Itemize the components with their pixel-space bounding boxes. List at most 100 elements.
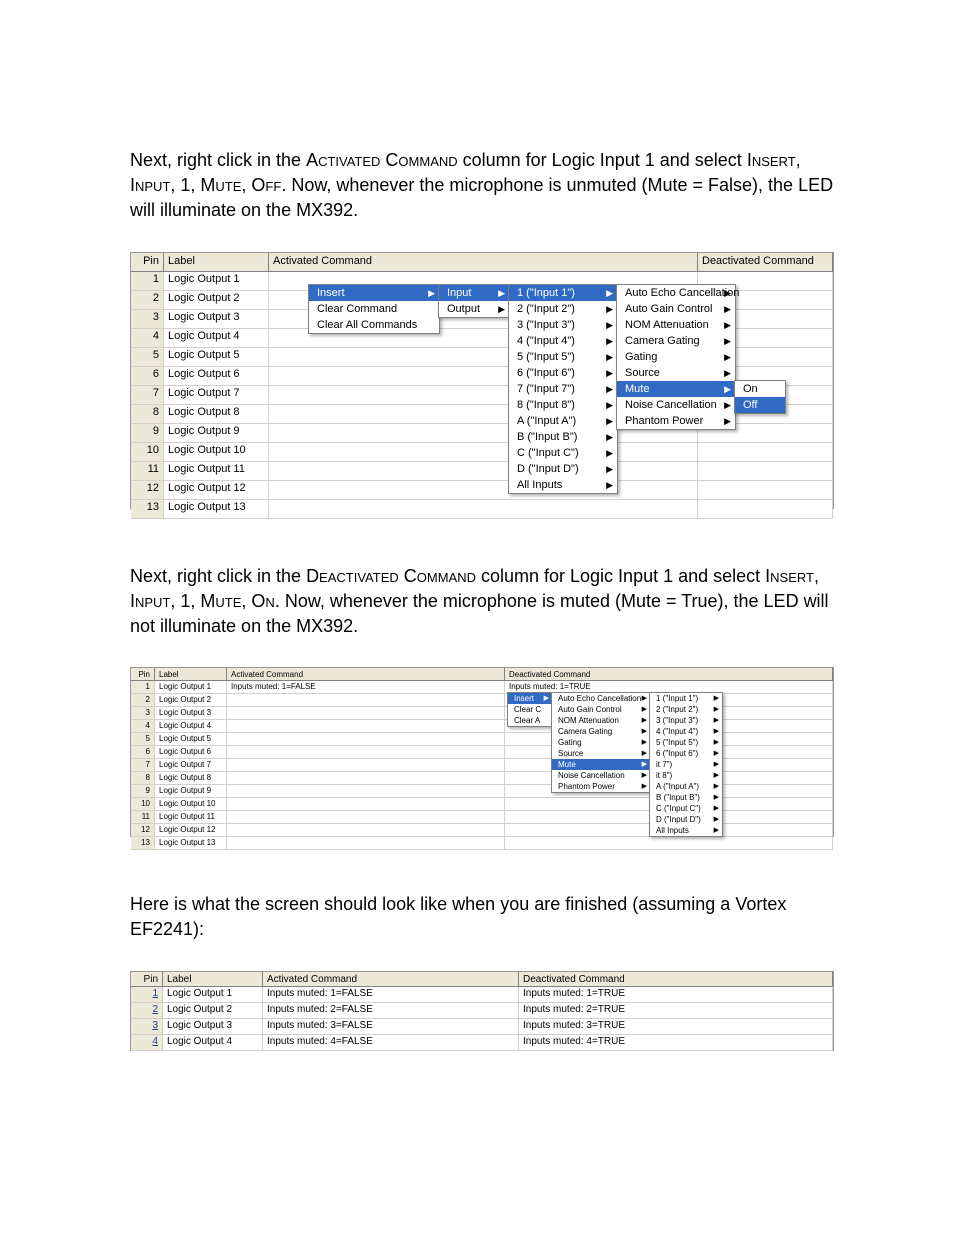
table-row[interactable]: 11Logic Output 11 <box>131 811 833 824</box>
cell-activated[interactable] <box>227 811 505 823</box>
menu-item[interactable]: Mute▶ <box>552 759 650 770</box>
params-submenu[interactable]: Auto Echo Cancellation▶Auto Gain Control… <box>551 692 651 793</box>
table-row[interactable]: 13Logic Output 13 <box>131 500 833 519</box>
menu-item[interactable]: Mute▶ <box>617 381 735 397</box>
table-row[interactable]: 10Logic Output 10 <box>131 798 833 811</box>
menu-item[interactable]: 1 ("Input 1")▶ <box>509 285 617 301</box>
menu-item[interactable]: Clear A <box>508 715 552 726</box>
menu-item[interactable]: it 7")▶ <box>650 759 722 770</box>
menu-item[interactable]: Phantom Power▶ <box>552 781 650 792</box>
menu-item[interactable]: 7 ("Input 7")▶ <box>509 381 617 397</box>
table-row[interactable]: 1Logic Output 1Inputs muted: 1=FALSEInpu… <box>131 681 833 694</box>
table-row[interactable]: 6Logic Output 6 <box>131 746 833 759</box>
menu-item[interactable]: All Inputs▶ <box>650 825 722 836</box>
table-row[interactable]: 10Logic Output 10 <box>131 443 833 462</box>
onoff-submenu[interactable]: OnOff <box>734 380 786 414</box>
context-menu[interactable]: Insert▶Clear CommandClear All Commands <box>308 284 440 334</box>
cell-deactivated[interactable] <box>698 500 833 518</box>
table-row[interactable]: 8Logic Output 8 <box>131 772 833 785</box>
inputs-submenu[interactable]: 1 ("Input 1")▶2 ("Input 2")▶3 ("Input 3"… <box>508 284 618 494</box>
cell-deactivated[interactable]: Inputs muted: 3=TRUE <box>519 1019 833 1034</box>
menu-item[interactable]: Off <box>735 397 785 413</box>
menu-item[interactable]: Auto Gain Control▶ <box>552 704 650 715</box>
cell-deactivated[interactable]: Inputs muted: 2=TRUE <box>519 1003 833 1018</box>
menu-item[interactable]: 3 ("Input 3")▶ <box>509 317 617 333</box>
table-row[interactable]: 2Logic Output 2 <box>131 694 833 707</box>
menu-item[interactable]: 1 ("Input 1")▶ <box>650 693 722 704</box>
menu-item[interactable]: Clear Command <box>309 301 439 317</box>
cell-activated[interactable] <box>227 785 505 797</box>
table-row[interactable]: 5Logic Output 5 <box>131 733 833 746</box>
cell-activated[interactable]: Inputs muted: 2=FALSE <box>263 1003 519 1018</box>
cell-activated[interactable] <box>227 759 505 771</box>
menu-item[interactable]: 5 ("Input 5")▶ <box>650 737 722 748</box>
cell-activated[interactable] <box>227 746 505 758</box>
menu-item[interactable]: Clear C <box>508 704 552 715</box>
cell-activated[interactable] <box>227 772 505 784</box>
menu-item[interactable]: 4 ("Input 4")▶ <box>650 726 722 737</box>
menu-item[interactable]: B ("Input B")▶ <box>509 429 617 445</box>
menu-item[interactable]: 3 ("Input 3")▶ <box>650 715 722 726</box>
menu-item[interactable]: All Inputs▶ <box>509 477 617 493</box>
cell-activated[interactable]: Inputs muted: 1=FALSE <box>263 987 519 1002</box>
menu-item[interactable]: Source▶ <box>617 365 735 381</box>
menu-item[interactable]: it 8")▶ <box>650 770 722 781</box>
menu-item[interactable]: C ("Input C")▶ <box>650 803 722 814</box>
menu-item[interactable]: On <box>735 381 785 397</box>
menu-item[interactable]: A ("Input A")▶ <box>650 781 722 792</box>
cell-deactivated[interactable] <box>698 462 833 480</box>
menu-item[interactable]: Gating▶ <box>552 737 650 748</box>
table-row[interactable]: 9Logic Output 9 <box>131 785 833 798</box>
cell-deactivated[interactable] <box>698 443 833 461</box>
menu-item[interactable]: Clear All Commands <box>309 317 439 333</box>
cell-activated[interactable] <box>227 824 505 836</box>
cell-activated[interactable]: Inputs muted: 1=FALSE <box>227 681 505 693</box>
menu-item[interactable]: 2 ("Input 2")▶ <box>650 704 722 715</box>
menu-item[interactable]: Gating▶ <box>617 349 735 365</box>
table-row[interactable]: 13Logic Output 13 <box>131 837 833 850</box>
io-submenu[interactable]: Input▶Output▶ <box>438 284 510 318</box>
inputs-submenu[interactable]: 1 ("Input 1")▶2 ("Input 2")▶3 ("Input 3"… <box>649 692 723 837</box>
cell-deactivated[interactable]: Inputs muted: 1=TRUE <box>519 987 833 1002</box>
menu-item[interactable]: Insert▶ <box>508 693 552 704</box>
cell-activated[interactable] <box>269 500 698 518</box>
menu-item[interactable]: 4 ("Input 4")▶ <box>509 333 617 349</box>
table-row[interactable]: 2Logic Output 2Inputs muted: 2=FALSEInpu… <box>131 1003 833 1019</box>
menu-item[interactable]: C ("Input C")▶ <box>509 445 617 461</box>
table-row[interactable]: 3Logic Output 3Inputs muted: 3=FALSEInpu… <box>131 1019 833 1035</box>
table-row[interactable]: 4Logic Output 4Inputs muted: 4=FALSEInpu… <box>131 1035 833 1051</box>
menu-item[interactable]: NOM Attenuation▶ <box>617 317 735 333</box>
menu-item[interactable]: Auto Gain Control▶ <box>617 301 735 317</box>
menu-item[interactable]: A ("Input A")▶ <box>509 413 617 429</box>
context-menu[interactable]: Insert▶Clear CClear A <box>507 692 553 727</box>
menu-item[interactable]: 6 ("Input 6")▶ <box>509 365 617 381</box>
cell-activated[interactable]: Inputs muted: 4=FALSE <box>263 1035 519 1050</box>
menu-item[interactable]: 8 ("Input 8")▶ <box>509 397 617 413</box>
menu-item[interactable]: Auto Echo Cancellation▶ <box>617 285 735 301</box>
cell-activated[interactable]: Inputs muted: 3=FALSE <box>263 1019 519 1034</box>
menu-item[interactable]: Insert▶ <box>309 285 439 301</box>
menu-item[interactable]: NOM Attenuation▶ <box>552 715 650 726</box>
table-row[interactable]: 1Logic Output 1Inputs muted: 1=FALSEInpu… <box>131 987 833 1003</box>
cell-activated[interactable] <box>227 720 505 732</box>
menu-item[interactable]: Noise Cancellation▶ <box>617 397 735 413</box>
menu-item[interactable]: Camera Gating▶ <box>552 726 650 737</box>
cell-activated[interactable] <box>269 443 698 461</box>
table-row[interactable]: 7Logic Output 7 <box>131 759 833 772</box>
menu-item[interactable]: 2 ("Input 2")▶ <box>509 301 617 317</box>
menu-item[interactable]: Input▶ <box>439 285 509 301</box>
menu-item[interactable]: Source▶ <box>552 748 650 759</box>
cell-activated[interactable] <box>227 694 505 706</box>
menu-item[interactable]: 5 ("Input 5")▶ <box>509 349 617 365</box>
menu-item[interactable]: D ("Input D")▶ <box>650 814 722 825</box>
cell-activated[interactable] <box>269 462 698 480</box>
menu-item[interactable]: Camera Gating▶ <box>617 333 735 349</box>
cell-deactivated[interactable] <box>698 481 833 499</box>
menu-item[interactable]: D ("Input D")▶ <box>509 461 617 477</box>
menu-item[interactable]: Output▶ <box>439 301 509 317</box>
table-row[interactable]: 12Logic Output 12 <box>131 824 833 837</box>
cell-deactivated[interactable]: Inputs muted: 4=TRUE <box>519 1035 833 1050</box>
menu-item[interactable]: Auto Echo Cancellation▶ <box>552 693 650 704</box>
cell-activated[interactable] <box>269 481 698 499</box>
table-row[interactable]: 11Logic Output 11 <box>131 462 833 481</box>
